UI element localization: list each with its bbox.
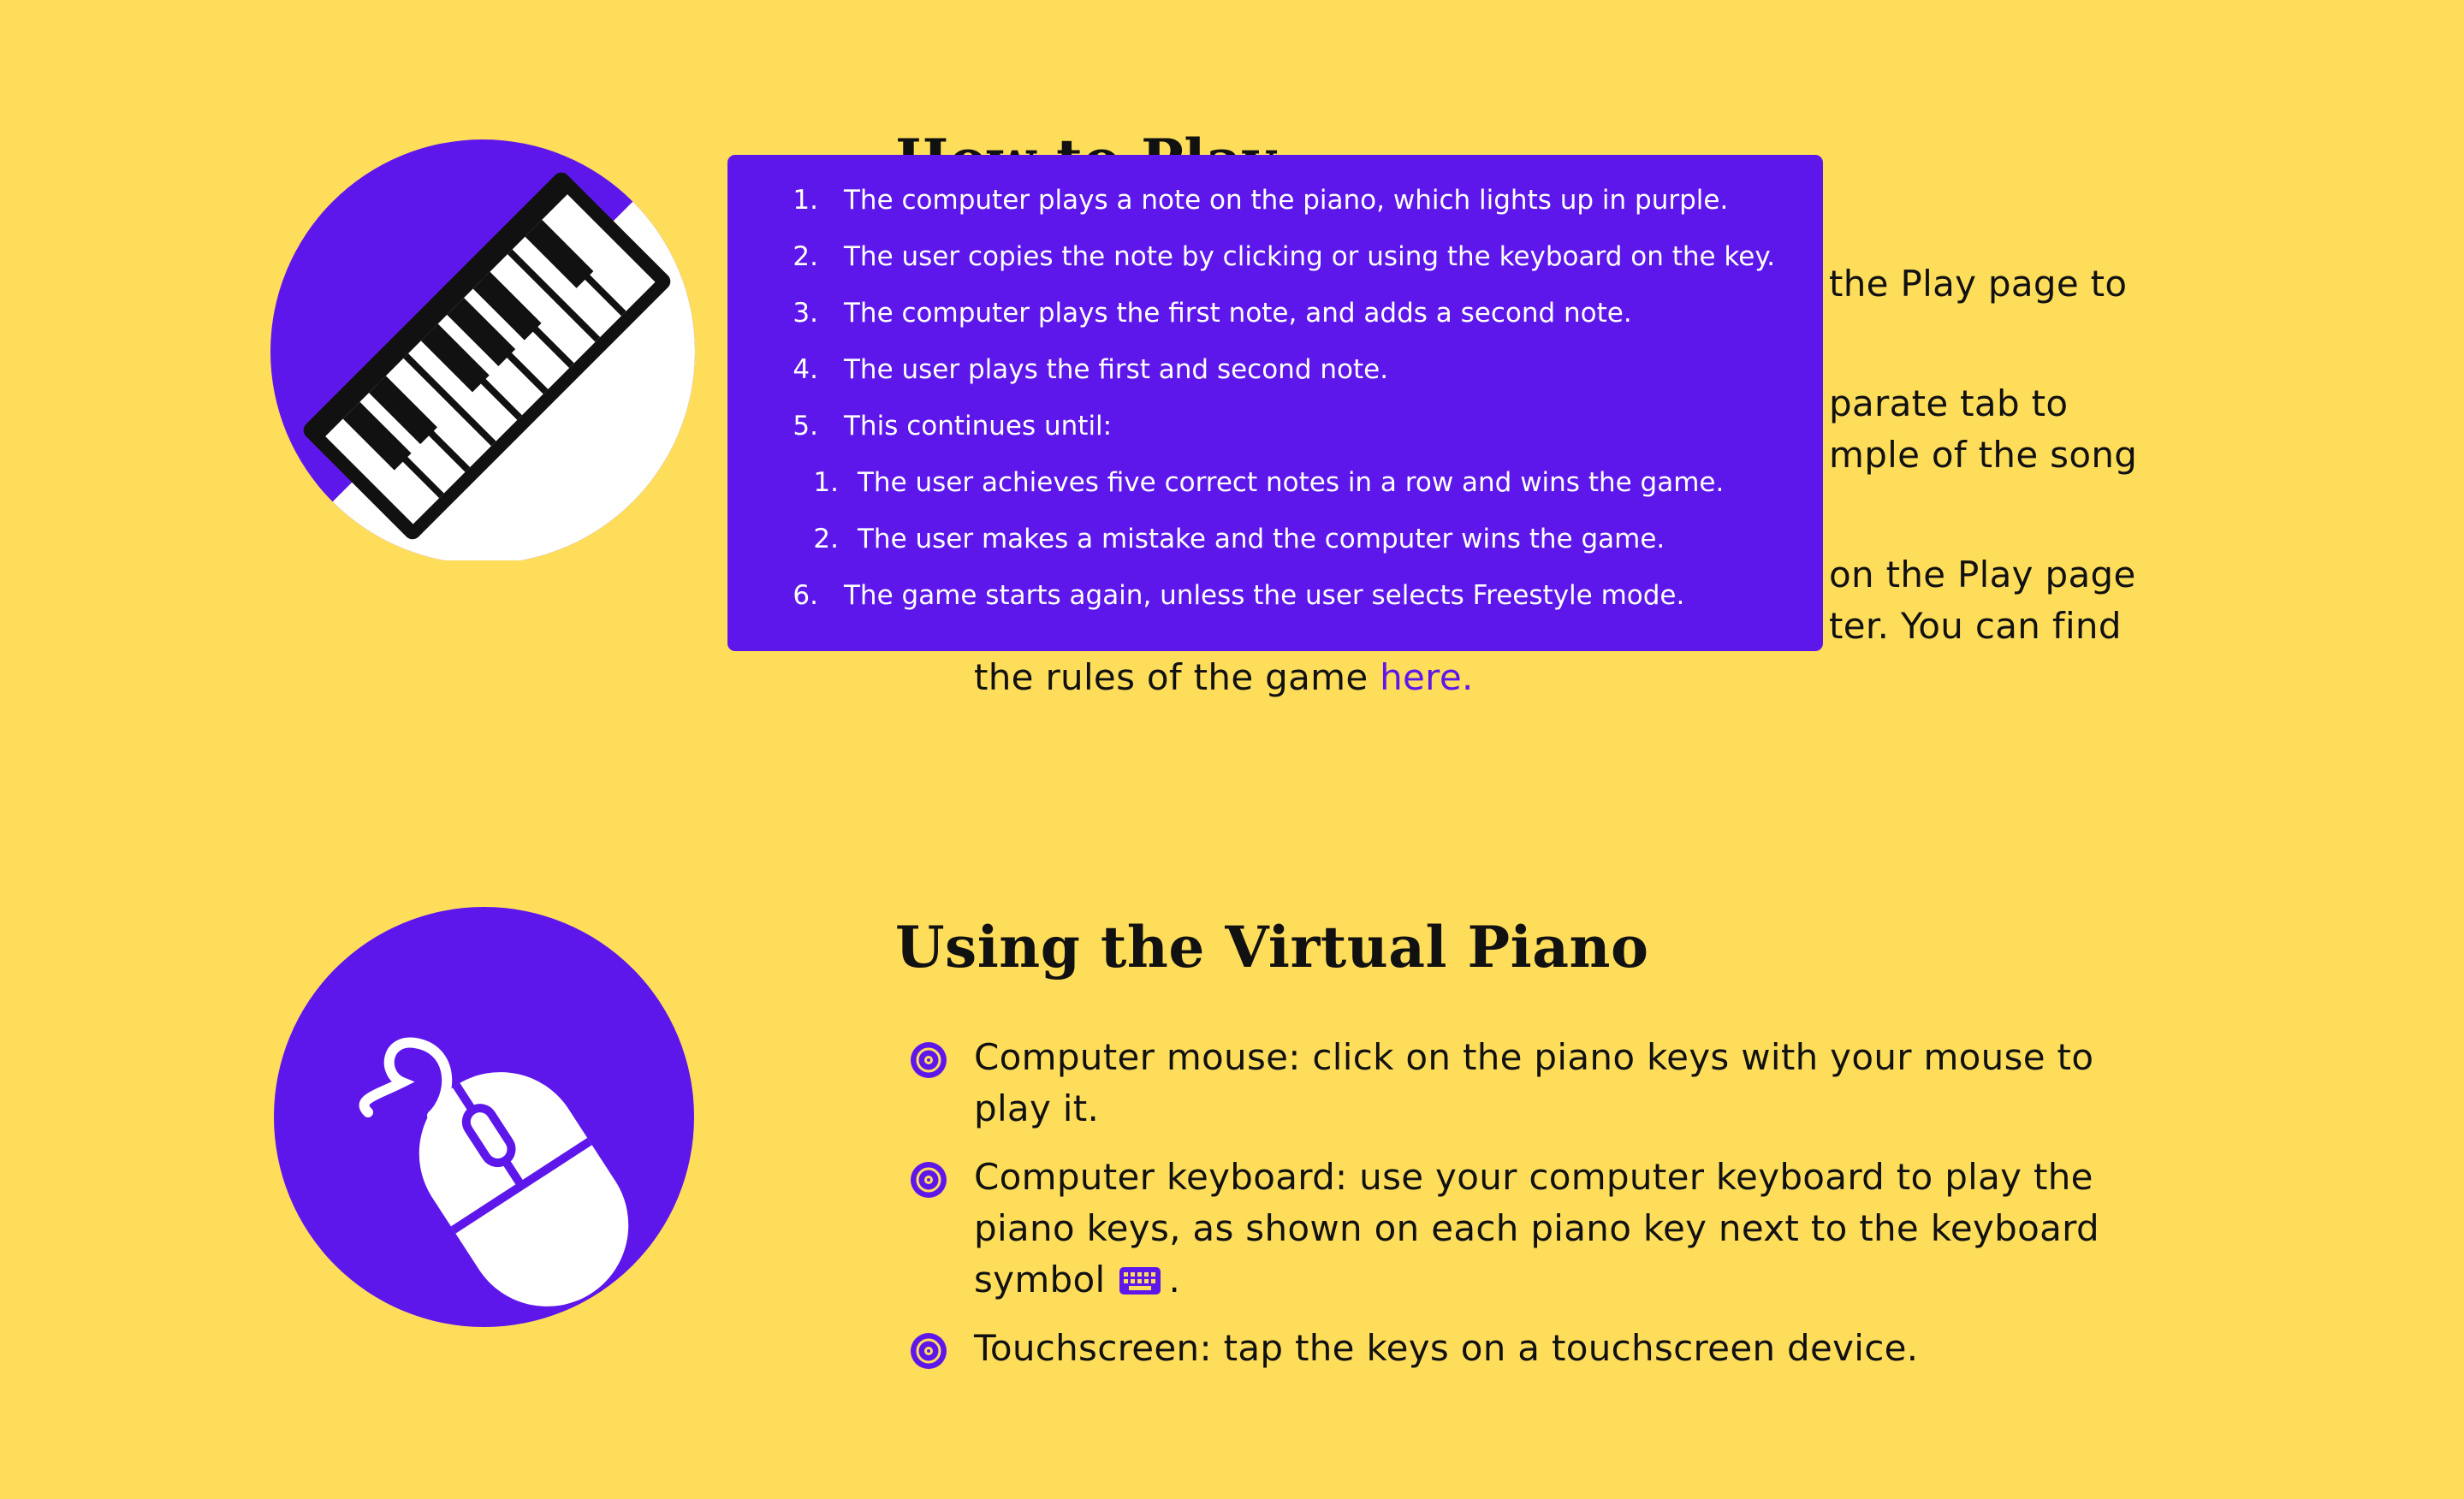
rules-subitem: 1. The user achieves five correct notes i… (762, 454, 1789, 511)
rules-item-number: 2. (813, 524, 839, 554)
rules-subitem: 2. The user makes a mistake and the compu… (762, 511, 1789, 567)
list-item: Computer keyboard: use your computer key… (911, 1152, 2143, 1306)
vinyl-record-icon (911, 1333, 947, 1369)
rules-item-text: The user copies the note by clicking or … (844, 241, 1776, 272)
how-to-play-line-4: on the Play page (1829, 554, 2136, 595)
how-to-play-line-2: parate tab to (1829, 382, 2069, 424)
how-to-play-line-5: ter. You can find (1829, 605, 2122, 647)
rules-item-number: 5. (793, 411, 818, 441)
virtual-piano-list: Computer mouse: click on the piano keys … (911, 1032, 2143, 1391)
rules-line-text: the rules of the game (974, 656, 1369, 698)
piano-icon (270, 139, 695, 560)
rules-item: 5. This continues until: (762, 398, 1789, 454)
list-item: Touchscreen: tap the keys on a touchscre… (911, 1323, 2143, 1374)
rules-item-number: 2. (793, 241, 818, 272)
rules-line: the rules of the game here. (974, 652, 1474, 703)
list-item: Computer mouse: click on the piano keys … (911, 1032, 2143, 1135)
rules-popup: 1. The computer plays a note on the piano… (727, 155, 1823, 651)
rules-item-number: 4. (793, 354, 818, 385)
virtual-piano-heading: Using the Virtual Piano (895, 914, 1649, 981)
rules-item: 4. The user plays the first and second no… (762, 341, 1789, 398)
keyboard-icon (1119, 1267, 1161, 1295)
rules-link[interactable]: here. (1380, 656, 1474, 698)
rules-item-text: The user makes a mistake and the compute… (858, 524, 1665, 554)
rules-item: 2. The user copies the note by clicking o… (762, 228, 1789, 285)
rules-item-text: The user plays the first and second note… (844, 354, 1389, 385)
rules-item-text: The game starts again, unless the user s… (844, 580, 1685, 611)
rules-item-number: 1. (793, 185, 818, 216)
rules-item: 1. The computer plays a note on the piano… (762, 172, 1789, 228)
bullet-text-mouse: Computer mouse: click on the piano keys … (974, 1036, 2094, 1129)
how-to-play-line-3: mple of the song (1829, 434, 2138, 476)
rules-item-text: The user achieves five correct notes in … (858, 467, 1725, 498)
rules-item-number: 3. (793, 298, 818, 329)
vinyl-record-icon (911, 1042, 947, 1078)
vinyl-record-icon (911, 1162, 947, 1198)
how-to-play-line-1: the Play page to (1829, 263, 2128, 305)
bullet-text-touchscreen: Touchscreen: tap the keys on a touchscre… (974, 1327, 1919, 1369)
rules-item-text: The computer plays a note on the piano, … (844, 185, 1729, 216)
rules-item-text: The computer plays the first note, and a… (844, 298, 1632, 329)
bullet-text-keyboard-suffix: . (1168, 1259, 1181, 1301)
rules-list: 1. The computer plays a note on the piano… (762, 172, 1789, 624)
rules-item-text: This continues until: (844, 411, 1113, 441)
rules-item-number: 6. (793, 580, 818, 611)
rules-item-number: 1. (813, 467, 839, 498)
rules-item: 3. The computer plays the first note, and… (762, 285, 1789, 341)
mouse-icon (274, 907, 694, 1327)
rules-item: 6. The game starts again, unless the user… (762, 567, 1789, 624)
